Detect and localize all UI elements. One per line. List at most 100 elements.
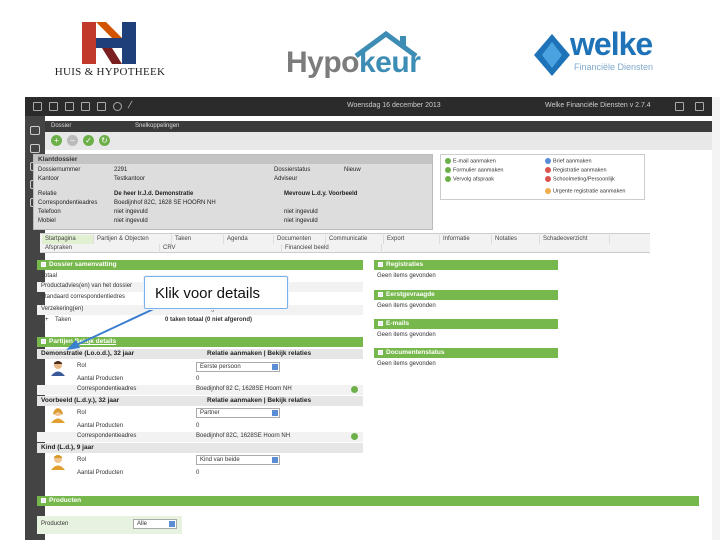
meeting-icon (545, 176, 551, 182)
current-date: Woensdag 16 december 2013 (347, 102, 441, 109)
tab-export[interactable]: Export (384, 235, 440, 244)
chevron-down-icon (169, 521, 175, 527)
rol-select[interactable]: Partner (196, 408, 280, 418)
person-field-label: Correspondentieadres (77, 433, 137, 439)
appointment-icon (445, 176, 451, 182)
calendar-icon[interactable] (49, 102, 58, 111)
callout-arrow-icon (66, 305, 161, 350)
collapse-icon[interactable] (41, 338, 46, 344)
pen-icon[interactable] (127, 100, 140, 113)
tab-schadeoverzicht[interactable]: Schadeoverzicht (540, 235, 610, 244)
contacts-icon[interactable] (65, 102, 74, 111)
top-toolbar: Woensdag 16 december 2013 Welke Financië… (25, 97, 715, 116)
status-dot-icon (351, 386, 358, 393)
quick-action-item[interactable]: Registratie aanmaken (545, 167, 607, 173)
quick-action-item[interactable]: E-mail aanmaken (445, 158, 496, 164)
confirm-icon[interactable]: ✓ (83, 135, 94, 146)
tab-crv[interactable]: CRV (160, 244, 282, 253)
rol-select[interactable]: Kind van beide (196, 455, 280, 465)
huis-hypotheek-wordmark: HUIS & HYPOTHEEK (54, 66, 166, 78)
field-label: Adviseur (274, 176, 298, 182)
child-avatar-icon (51, 455, 65, 470)
rol-select[interactable]: Eerste persoon (196, 362, 280, 372)
folder-icon[interactable] (81, 102, 90, 111)
dossier-samenvatting-header[interactable]: Dossier samenvatting (37, 260, 363, 270)
tab-communicatie[interactable]: Communicatie (326, 235, 384, 244)
field-value[interactable]: De heer Ir.J.d. Demonstratie (114, 191, 193, 197)
person-actions[interactable]: Relatie aanmaken | Bekijk relaties (207, 397, 311, 404)
registration-icon (545, 167, 551, 173)
tab-notaties[interactable]: Notaties (492, 235, 540, 244)
tab-agenda[interactable]: Agenda (224, 235, 274, 244)
monitor-icon[interactable] (675, 102, 684, 111)
tab-financieel-beeld[interactable]: Financieel beeld (282, 244, 382, 253)
tab-taken[interactable]: Taken (172, 235, 224, 244)
documentenstatus-header[interactable]: Documentenstatus (374, 348, 558, 358)
menu-icon[interactable] (695, 102, 704, 111)
quick-action-item[interactable]: Urgente registratie aanmaken (545, 188, 625, 194)
huis-hypotheek-emblem-icon (82, 22, 136, 64)
field-label: Mobiel (38, 218, 56, 224)
tab-startpagina[interactable]: Startpagina (42, 235, 94, 244)
breadcrumb: Dossier Snelkoppelingen (45, 121, 715, 132)
quick-action-item[interactable]: Vervolg afspraak (445, 176, 494, 182)
chevron-down-icon (272, 457, 278, 463)
tab-partijen-objecten[interactable]: Partijen & Objecten (94, 235, 172, 244)
person-field-value: 0 (196, 470, 200, 476)
field-value: niet ingevuld (114, 209, 148, 215)
refresh-icon[interactable]: ↻ (99, 135, 110, 146)
collapse-icon[interactable] (378, 291, 383, 297)
status-dot-icon (351, 433, 358, 440)
field-value[interactable]: Mevrouw L.d.y. Voorbeeld (284, 191, 357, 197)
section-title: Registraties (386, 261, 424, 268)
breadcrumb-dossier[interactable]: Dossier (51, 123, 71, 129)
quick-action-item[interactable]: Brief aanmaken (545, 158, 592, 164)
tab-afspraken[interactable]: Afspraken (42, 244, 160, 253)
person-field-label: Aantal Producten (77, 470, 124, 476)
leaf-icon[interactable] (30, 126, 40, 135)
person-name[interactable]: Kind (L.d.), 9 jaar (41, 444, 94, 451)
expand-icon[interactable]: + (45, 317, 49, 323)
document-icon[interactable] (97, 102, 106, 111)
producten-select[interactable]: Alle (133, 519, 177, 529)
collapse-icon[interactable] (378, 320, 383, 326)
collapse-icon[interactable] (41, 497, 46, 503)
emails-header[interactable]: E-mails (374, 319, 558, 329)
producten-header[interactable]: Producten (37, 496, 699, 506)
section-title: Eerstgevraagde (386, 291, 435, 298)
rol-select-value: Partner (200, 410, 220, 416)
welke-wordmark: welke (570, 26, 653, 62)
tab-informatie[interactable]: Informatie (440, 235, 492, 244)
empty-message: Geen items gevonden (377, 273, 436, 279)
welke-logo: welke Financiële Diensten (534, 26, 694, 80)
quick-action-label: Schoolmeting/Persoonlijk (553, 176, 615, 183)
warning-icon (545, 188, 551, 194)
user-icon[interactable] (113, 102, 122, 111)
breadcrumb-snelkoppelingen[interactable]: Snelkoppelingen (135, 123, 179, 129)
registraties-header[interactable]: Registraties (374, 260, 558, 270)
summary-value: 0 taken totaal (0 niet afgerond) (165, 317, 253, 323)
remove-icon[interactable]: − (67, 135, 78, 146)
person-name[interactable]: Voorbeeld (L.d.y.), 32 jaar (41, 397, 119, 404)
mail-icon (445, 158, 451, 164)
eerstgevraagde-header[interactable]: Eerstgevraagde (374, 290, 558, 300)
add-icon[interactable]: + (51, 135, 62, 146)
female-avatar-icon (51, 408, 65, 423)
tab-documenten[interactable]: Documenten (274, 235, 326, 244)
collapse-icon[interactable] (378, 349, 383, 355)
quick-action-label: Vervolg afspraak (453, 176, 494, 183)
empty-message: Geen items gevonden (377, 332, 436, 338)
person-actions[interactable]: Relatie aanmaken | Bekijk relaties (207, 350, 311, 357)
quick-action-item[interactable]: Formulier aanmaken (445, 167, 503, 173)
producten-label: Producten (41, 521, 69, 527)
quick-action-label: E-mail aanmaken (453, 158, 496, 165)
person-field-label: Rol (77, 457, 87, 463)
field-label: Dossiernummer (38, 167, 81, 173)
section-title: E-mails (386, 320, 410, 327)
collapse-icon[interactable] (41, 261, 46, 267)
mail-icon[interactable] (33, 102, 42, 111)
grid-icon[interactable] (30, 144, 40, 153)
quick-action-item[interactable]: Schoolmeting/Persoonlijk (545, 176, 615, 182)
collapse-icon[interactable] (378, 261, 383, 267)
field-label: Dossierstatus (274, 167, 311, 173)
